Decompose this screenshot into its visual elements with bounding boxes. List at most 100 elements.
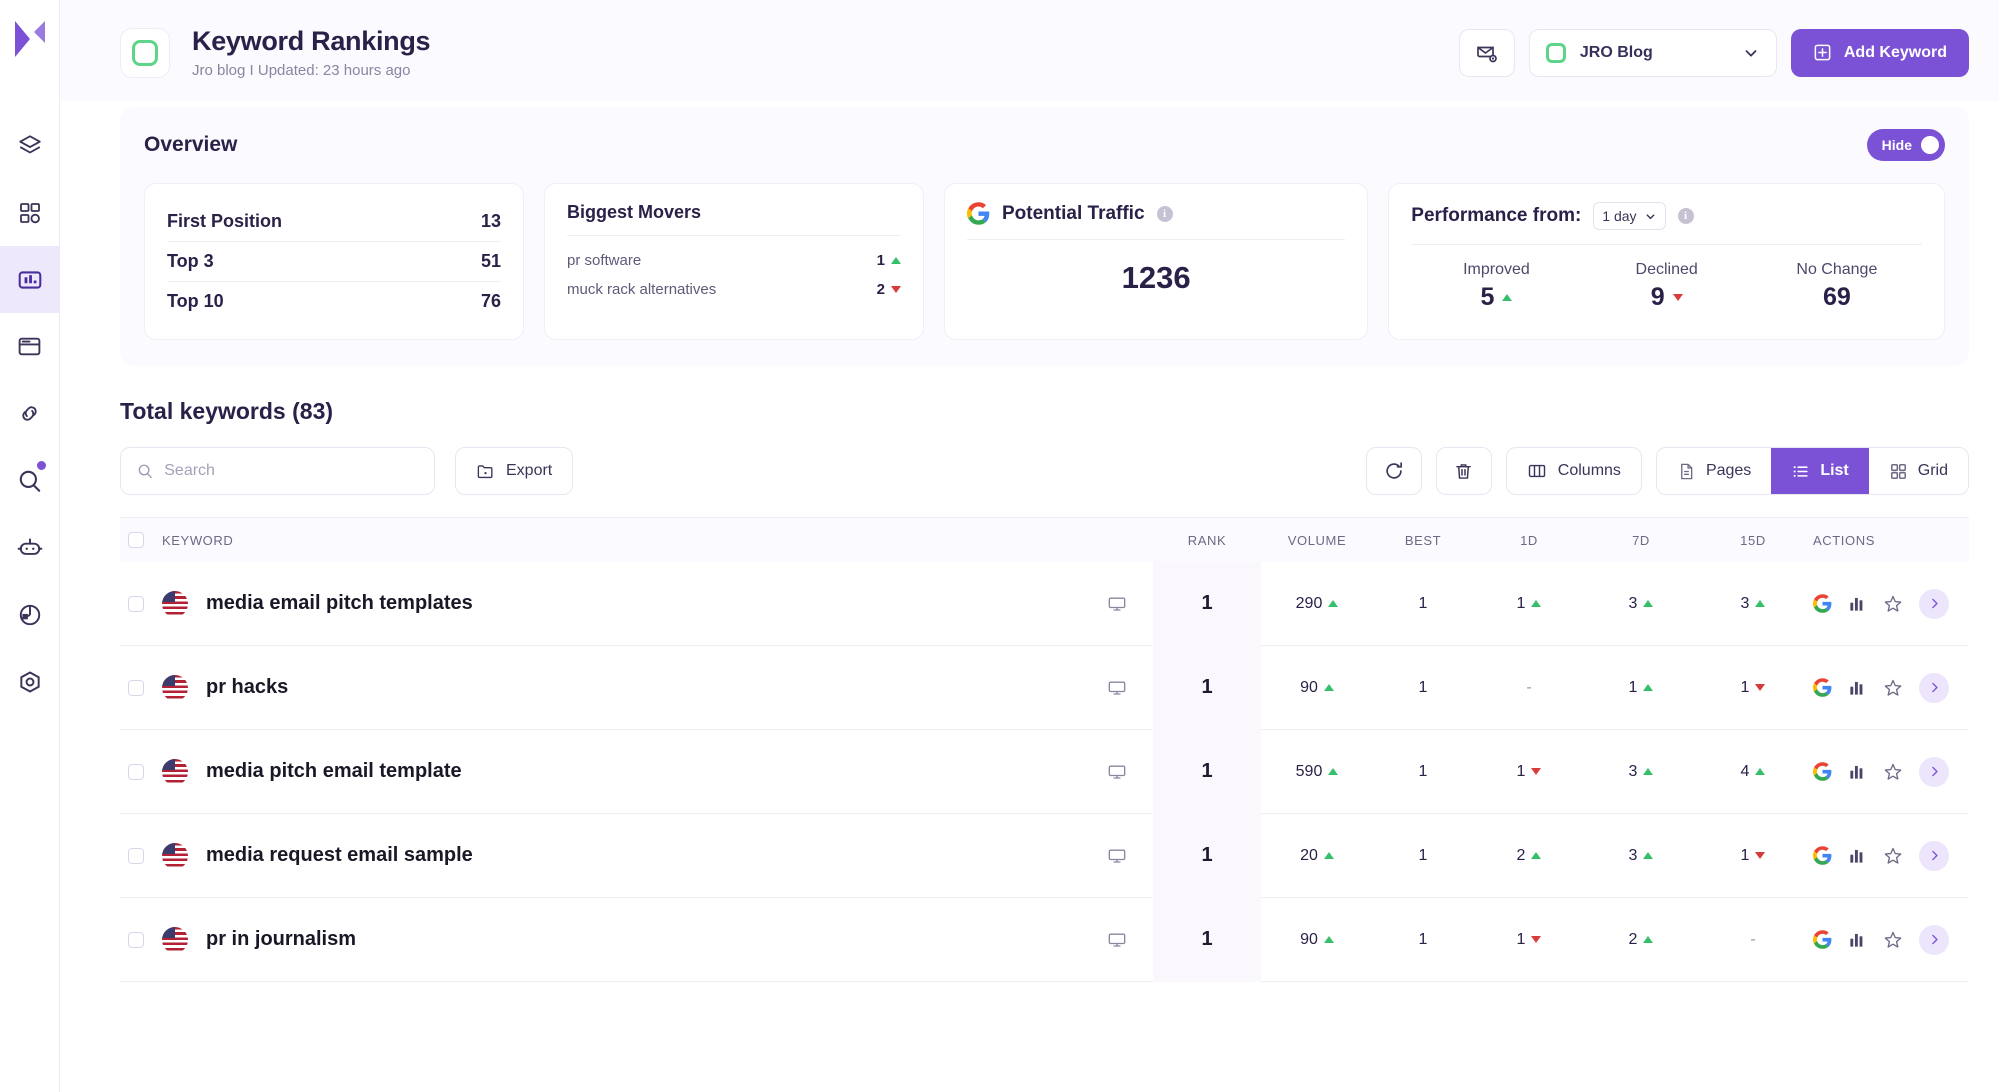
- table-row[interactable]: media request email sample 1 20 1 2 3 1: [120, 813, 1969, 899]
- table-row[interactable]: pr in journalism 1 90 1 1 2 -: [120, 897, 1969, 983]
- view-grid[interactable]: Grid: [1869, 448, 1968, 494]
- table-body: media email pitch templates 1 290 1 1 3 …: [120, 561, 1969, 983]
- bar-chart-icon[interactable]: [1848, 846, 1867, 865]
- row-checkbox[interactable]: [128, 679, 144, 696]
- volume-cell: 90: [1261, 931, 1373, 949]
- view-list[interactable]: List: [1771, 448, 1869, 495]
- best-cell: 1: [1373, 931, 1473, 949]
- row-checkbox[interactable]: [128, 763, 144, 780]
- sidebar-item-ai-assistant[interactable]: [0, 514, 60, 581]
- expand-row-button[interactable]: [1919, 672, 1949, 703]
- volume-value: 20: [1300, 846, 1318, 864]
- site-selector-label: JRO Blog: [1579, 43, 1653, 61]
- add-keyword-button[interactable]: Add Keyword: [1790, 28, 1969, 77]
- logo-icon[interactable]: [8, 14, 52, 64]
- header-best[interactable]: BEST: [1373, 533, 1473, 548]
- keyword-text[interactable]: media request email sample: [206, 844, 473, 867]
- info-icon[interactable]: i: [1677, 208, 1694, 225]
- chevron-right-icon: [1931, 682, 1938, 693]
- header-volume[interactable]: VOLUME: [1261, 533, 1373, 548]
- page-header: Keyword Rankings Jro blog I Updated: 23 …: [60, 0, 1999, 102]
- sidebar-item-reports[interactable]: [0, 581, 60, 648]
- view-list-label: List: [1820, 462, 1849, 480]
- table-row[interactable]: media email pitch templates 1 290 1 1 3 …: [120, 561, 1969, 647]
- row-checkbox[interactable]: [128, 931, 144, 948]
- star-icon[interactable]: [1883, 678, 1903, 698]
- bar-chart-icon[interactable]: [1848, 930, 1867, 949]
- delete-button[interactable]: [1435, 447, 1492, 496]
- columns-button[interactable]: Columns: [1505, 447, 1642, 496]
- arrow-up-icon: [891, 257, 901, 265]
- performance-stat-label: Declined: [1635, 261, 1698, 279]
- google-icon[interactable]: [1813, 846, 1832, 865]
- row-checkbox[interactable]: [128, 595, 144, 612]
- keyword-text[interactable]: pr hacks: [206, 676, 288, 699]
- arrow-up-icon: [1502, 294, 1513, 302]
- site-selector[interactable]: JRO Blog: [1528, 28, 1777, 77]
- google-icon[interactable]: [1813, 594, 1832, 613]
- keyword-text[interactable]: pr in journalism: [206, 928, 356, 951]
- bar-chart-icon[interactable]: [1848, 594, 1867, 613]
- export-button[interactable]: Export: [455, 447, 574, 496]
- row-checkbox[interactable]: [128, 847, 144, 864]
- header-rank[interactable]: RANK: [1153, 533, 1261, 548]
- performance-stat-label: Improved: [1463, 261, 1530, 279]
- potential-traffic-title: Potential Traffic: [1002, 202, 1145, 224]
- star-icon[interactable]: [1883, 594, 1903, 614]
- performance-range-select[interactable]: 1 day: [1593, 202, 1666, 231]
- sidebar-item-layers[interactable]: [0, 112, 60, 179]
- bar-chart-icon[interactable]: [1848, 762, 1867, 781]
- arrow-down-icon: [1531, 936, 1542, 944]
- keyword-text[interactable]: media pitch email template: [206, 760, 462, 783]
- search-input[interactable]: [164, 462, 418, 481]
- bar-chart-icon[interactable]: [1848, 678, 1867, 697]
- sidebar-item-settings-target[interactable]: [0, 648, 60, 715]
- rank-cell: 1: [1153, 729, 1261, 814]
- select-all-checkbox[interactable]: [128, 532, 144, 549]
- sidebar-item-search[interactable]: [0, 447, 60, 514]
- star-icon[interactable]: [1883, 846, 1903, 866]
- mail-settings-button[interactable]: [1458, 28, 1515, 77]
- sidebar-item-pages[interactable]: [0, 313, 60, 380]
- d15-value: 3: [1740, 594, 1750, 612]
- add-keyword-label: Add Keyword: [1843, 43, 1947, 61]
- star-icon[interactable]: [1883, 762, 1903, 782]
- sidebar-item-backlinks[interactable]: [0, 380, 60, 447]
- star-icon[interactable]: [1883, 930, 1903, 950]
- header-1d[interactable]: 1D: [1473, 533, 1585, 548]
- google-icon[interactable]: [1813, 762, 1832, 781]
- table-row[interactable]: media pitch email template 1 590 1 1 3 4: [120, 729, 1969, 815]
- hide-overview-toggle[interactable]: Hide: [1866, 129, 1945, 162]
- volume-cell: 590: [1261, 763, 1373, 781]
- info-icon[interactable]: i: [1156, 205, 1173, 222]
- best-value: 1: [1418, 678, 1428, 696]
- volume-value: 90: [1300, 678, 1318, 696]
- header-7d[interactable]: 7D: [1585, 533, 1697, 548]
- view-pages[interactable]: Pages: [1657, 448, 1771, 494]
- header-15d[interactable]: 15D: [1697, 533, 1809, 548]
- expand-row-button[interactable]: [1919, 588, 1949, 619]
- expand-row-button[interactable]: [1919, 924, 1949, 955]
- actions-cell: [1809, 924, 1969, 955]
- d1-cell: 2: [1473, 847, 1585, 865]
- table-row[interactable]: pr hacks 1 90 1 - 1 1: [120, 645, 1969, 731]
- expand-row-button[interactable]: [1919, 756, 1949, 787]
- d15-value: 1: [1740, 846, 1750, 864]
- sidebar-item-dashboard[interactable]: [0, 179, 60, 246]
- google-icon[interactable]: [1813, 930, 1832, 949]
- google-icon[interactable]: [1813, 678, 1832, 697]
- expand-row-button[interactable]: [1919, 840, 1949, 871]
- stat-row: First Position 13: [167, 202, 501, 241]
- columns-icon: [1528, 464, 1546, 478]
- keyword-text[interactable]: media email pitch templates: [206, 592, 473, 615]
- positions-card: First Position 13 Top 3 51 Top 10 76: [144, 183, 524, 341]
- notification-dot: [36, 461, 46, 470]
- refresh-button[interactable]: [1365, 447, 1422, 496]
- mover-row[interactable]: pr software 1: [567, 246, 901, 275]
- sidebar-item-rankings[interactable]: [0, 246, 60, 313]
- page-title-block: Keyword Rankings Jro blog I Updated: 23 …: [192, 26, 431, 79]
- plus-square-icon: [1814, 44, 1831, 61]
- mover-row[interactable]: muck rack alternatives 2: [567, 275, 901, 304]
- d7-cell: 3: [1585, 847, 1697, 865]
- search-box[interactable]: [120, 447, 435, 496]
